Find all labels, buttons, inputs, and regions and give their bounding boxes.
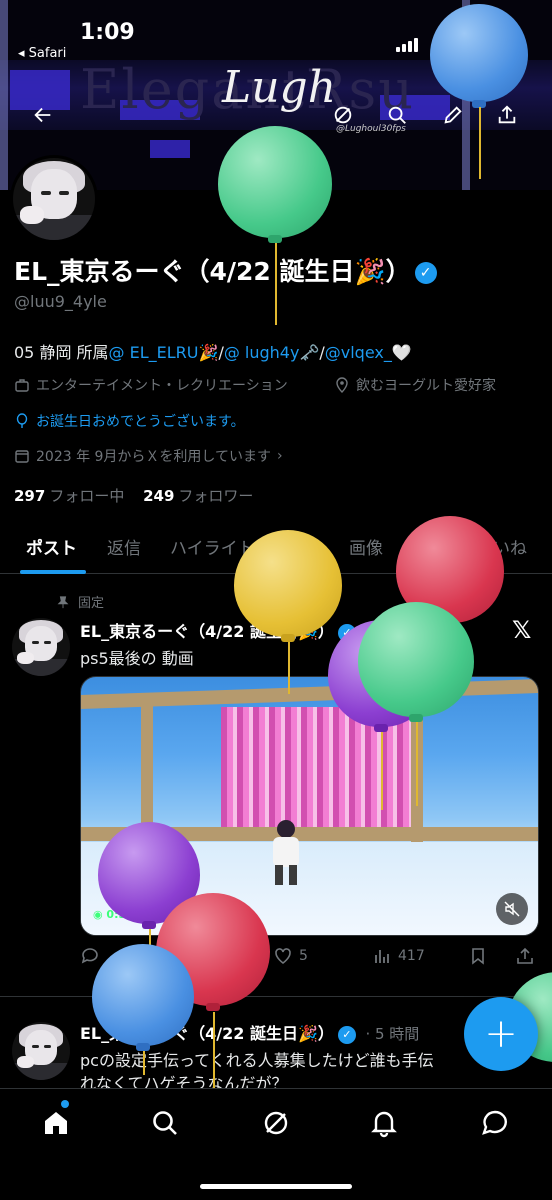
balloon-green xyxy=(218,126,332,325)
search-button[interactable] xyxy=(380,98,414,132)
home-indicator xyxy=(200,1184,352,1189)
post-avatar[interactable] xyxy=(12,618,70,676)
nav-search[interactable] xyxy=(145,1103,185,1143)
bookmark-button[interactable] xyxy=(468,946,494,966)
post-divider xyxy=(0,996,552,997)
following-link[interactable]: 297 フォロー中 xyxy=(14,487,124,505)
heart-icon xyxy=(275,948,291,964)
views-button[interactable]: 417 xyxy=(372,946,425,966)
bio-link-lugh4y[interactable]: @ lugh4y xyxy=(224,343,300,362)
compose-button[interactable]: + xyxy=(464,997,538,1071)
bookmark-icon xyxy=(472,948,484,965)
chevron-right-icon: › xyxy=(277,448,283,464)
signal-icon xyxy=(396,36,420,52)
briefcase-icon xyxy=(15,379,29,392)
views-chart-icon xyxy=(375,950,389,963)
nav-home[interactable] xyxy=(36,1103,76,1143)
join-date[interactable]: 2023 年 9月からＸを利用しています › xyxy=(14,446,283,466)
user-handle: @luu9_4yle xyxy=(14,292,107,311)
nav-notifications[interactable] xyxy=(364,1103,404,1143)
player-character xyxy=(273,820,299,885)
tab-posts[interactable]: ポスト xyxy=(26,534,77,559)
balloon-icon xyxy=(16,413,28,428)
category: エンターテイメント・レクリエーション xyxy=(14,375,288,395)
verified-badge-icon: ✓ xyxy=(337,1025,356,1044)
bio-link-elru[interactable]: @ EL_ELRU xyxy=(109,343,199,362)
active-tab-indicator xyxy=(20,570,86,574)
search-icon xyxy=(153,1111,177,1135)
banner-logo: Lugh xyxy=(222,62,337,113)
speaker-muted-icon xyxy=(504,901,520,917)
mute-button[interactable] xyxy=(496,893,528,925)
balloon-blue xyxy=(430,4,528,180)
grok-icon xyxy=(334,106,352,124)
home-icon xyxy=(45,1112,67,1134)
post-text: ps5最後の 動画 xyxy=(80,649,194,668)
search-icon xyxy=(388,106,406,124)
balloon-blue xyxy=(92,944,194,1076)
location: 飲むヨーグルト愛好家 xyxy=(334,375,496,395)
back-to-app[interactable]: ◂ Safari xyxy=(18,46,66,61)
verified-badge-icon: ✓ xyxy=(414,262,437,284)
balloon-green xyxy=(358,602,474,807)
calendar-icon xyxy=(15,450,29,463)
location-pin-icon xyxy=(336,377,348,393)
post-avatar[interactable] xyxy=(12,1022,70,1080)
grok-icon xyxy=(264,1111,288,1135)
chat-bubble-icon xyxy=(482,1110,507,1135)
home-notification-dot xyxy=(61,1100,69,1108)
nav-grok[interactable] xyxy=(256,1103,296,1143)
bell-icon xyxy=(371,1111,397,1138)
bio: 05 静岡 所属@ EL_ELRU🎉/@ lugh4y🗝️/@vlqex_🤍 xyxy=(14,343,412,362)
share-post-button[interactable] xyxy=(515,946,541,966)
tab-images[interactable]: 画像 xyxy=(349,534,383,559)
bio-link-vlqex[interactable]: @vlqex_ xyxy=(325,343,392,362)
plus-icon: + xyxy=(484,1011,518,1057)
nav-messages[interactable] xyxy=(475,1103,515,1143)
pin-icon xyxy=(57,595,69,608)
pinned-label: 固定 xyxy=(56,592,104,611)
follow-stats: 297 フォロー中 249 フォロワー xyxy=(14,485,253,506)
like-button[interactable]: 5 xyxy=(273,946,308,966)
tab-replies[interactable]: 返信 xyxy=(107,534,141,559)
arrow-left-icon xyxy=(34,107,51,123)
clock: 1:09 xyxy=(80,20,135,45)
balloon-yellow xyxy=(234,530,342,694)
x-logo-icon[interactable]: 𝕏 xyxy=(512,616,531,644)
followers-link[interactable]: 249 フォロワー xyxy=(143,487,253,505)
birthday: お誕生日おめでとうございます。 xyxy=(14,411,245,431)
share-icon xyxy=(517,947,533,964)
back-button[interactable] xyxy=(26,98,60,132)
post-time: · 5 時間 xyxy=(365,1025,420,1043)
profile-avatar[interactable] xyxy=(10,155,98,243)
